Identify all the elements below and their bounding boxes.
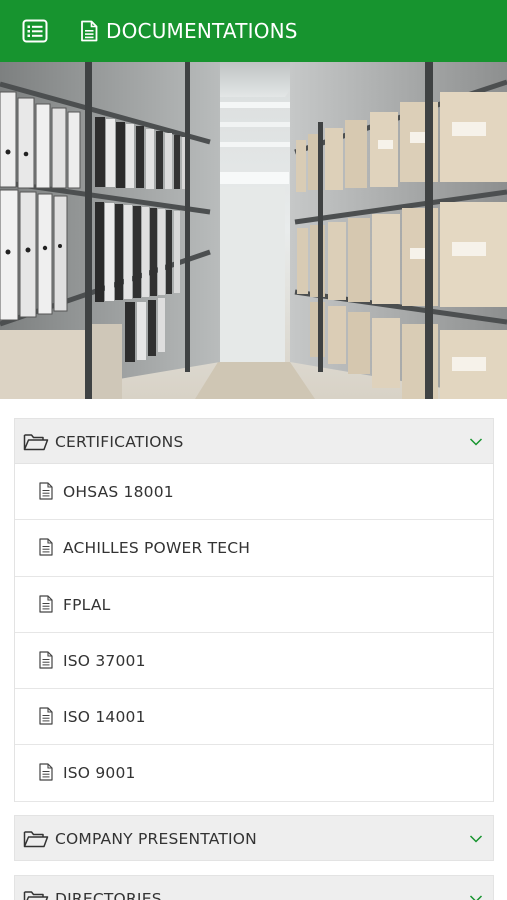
top-app-bar: DOCUMENTATIONS	[0, 0, 507, 62]
list-item-label: FPLAL	[63, 595, 111, 614]
list-item-label: OHSAS 18001	[63, 483, 174, 501]
list-item-iso-37001[interactable]: ISO 37001	[15, 632, 493, 690]
section-company-presentation: COMPANY PRESENTATION	[14, 815, 494, 861]
section-header-certifications[interactable]: CERTIFICATIONS	[14, 418, 494, 464]
hero-image	[0, 62, 507, 399]
list-item-iso-14001[interactable]: ISO 14001	[15, 689, 493, 746]
list-item-achilles-power-tech[interactable]: ACHILLES POWER TECH	[15, 520, 493, 577]
chevron-down-icon	[469, 438, 483, 446]
section-certifications: CERTIFICATIONS OHSAS 18001 ACHILLES POWE…	[14, 418, 494, 802]
list-item-label: ISO 14001	[63, 708, 146, 727]
page-title-group: DOCUMENTATIONS	[80, 17, 298, 45]
list-item-label: ISO 9001	[63, 764, 136, 783]
page-title: DOCUMENTATIONS	[106, 19, 298, 43]
list-item-fplal[interactable]: FPLAL	[15, 576, 493, 633]
section-label: DIRECTORIES	[55, 890, 162, 900]
section-directories: DIRECTORIES	[14, 875, 494, 900]
document-icon	[39, 594, 53, 613]
document-icon	[39, 482, 53, 500]
list-item-ohsas-18001[interactable]: OHSAS 18001	[15, 464, 493, 521]
document-icon	[39, 763, 53, 782]
document-icon	[39, 707, 53, 725]
document-icon	[39, 651, 53, 669]
folder-open-icon	[23, 891, 49, 900]
section-items-certifications: OHSAS 18001 ACHILLES POWER TECH FPLAL IS…	[14, 464, 494, 802]
folder-open-icon	[23, 831, 49, 848]
documentations-page: DOCUMENTATIONS CERTIFICATIONS OHSAS 1800…	[0, 0, 507, 900]
section-label: CERTIFICATIONS	[55, 433, 184, 451]
document-icon	[39, 538, 53, 556]
list-item-label: ISO 37001	[63, 651, 146, 670]
list-item-iso-9001[interactable]: ISO 9001	[15, 745, 493, 802]
document-icon	[80, 19, 100, 43]
section-label: COMPANY PRESENTATION	[55, 830, 257, 848]
menu-button[interactable]	[21, 18, 49, 44]
chevron-down-icon	[469, 835, 483, 843]
section-header-directories[interactable]: DIRECTORIES	[14, 875, 494, 900]
list-icon	[22, 19, 48, 43]
list-item-label: ACHILLES POWER TECH	[63, 539, 251, 558]
folder-open-icon	[23, 434, 49, 451]
section-header-company-presentation[interactable]: COMPANY PRESENTATION	[14, 815, 494, 861]
archive-shelves-photo	[0, 62, 507, 399]
chevron-down-icon	[469, 895, 483, 900]
